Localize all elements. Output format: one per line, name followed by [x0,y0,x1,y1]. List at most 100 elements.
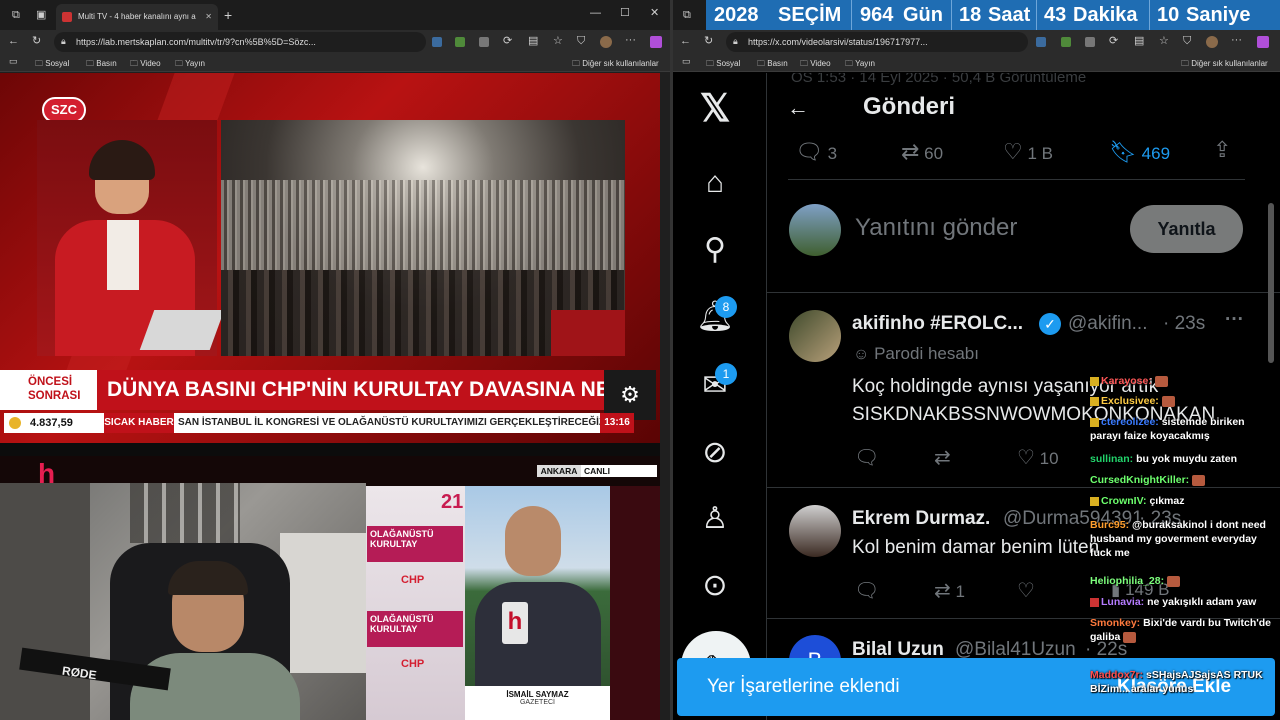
chat-username: CursedKnightKiller: [1090,474,1190,486]
reading-icon[interactable]: ▭ [9,57,18,66]
chat-message: Lunavia: ne yakışıklı adam yaw [1090,595,1275,609]
tweet-avatar[interactable] [789,310,841,362]
extension-icon[interactable] [432,37,442,47]
repost-count: 1 [955,582,965,601]
left-tab-bar: ⧉ ▣ Multi TV - 4 haber kanalını aynı a ✕… [0,0,670,30]
address-bar[interactable]: 🔒︎ https://x.com/videolarsivi/status/196… [726,32,1028,52]
red-carpet [551,310,625,356]
bookmark-stat[interactable]: 🔖︎ 469 [1109,139,1170,165]
bookmark-folder-video[interactable]: 🗀︎ Video [800,58,831,72]
heart-icon[interactable]: ♡ [1017,578,1035,603]
extension-icon[interactable]: ▤ [1134,36,1144,47]
maximize-icon[interactable]: ☐ [620,8,630,19]
bookmark-folder-yayin[interactable]: 🗀︎ Yayın [175,58,205,72]
presenter-shirt [107,220,139,290]
workspaces-icon[interactable]: ⧉ [12,10,20,21]
x-logo-icon[interactable]: 𝕏 [693,87,737,131]
repost-icon[interactable]: ⇄ [934,445,951,470]
more-icon[interactable]: ··· [1231,35,1242,46]
countdown-days: 964 [860,4,894,26]
other-bookmarks[interactable]: 🗀︎ Diğer sık kullanılanlar [1181,58,1268,72]
minimize-icon[interactable]: — [590,8,601,19]
close-window-icon[interactable]: ✕ [650,8,659,19]
chat-username: Heliophilia_28: [1090,575,1165,587]
search-icon[interactable]: ⚲ [693,228,737,272]
tab-actions-icon[interactable]: ▣ [36,10,46,21]
bookmark-folder-yayin[interactable]: 🗀︎ Yayın [845,58,875,72]
new-tab-icon[interactable]: + [224,8,232,22]
reading-icon[interactable]: ▭ [682,57,691,66]
tweet-handle[interactable]: @akifin... [1068,313,1147,335]
extension-icon[interactable]: ⟳ [503,36,512,47]
home-icon[interactable]: ⌂ [693,161,737,205]
chp-logo-text: CHP [401,658,425,670]
reply-button[interactable]: Yanıtla [1130,205,1243,253]
more-icon[interactable]: ··· [625,35,636,46]
favorites-icon[interactable]: ☆ [1159,36,1169,47]
reply-icon[interactable]: 🗨︎ [854,578,879,603]
extension-icon[interactable] [1036,37,1046,47]
reporter-video: h İSMAİL SAYMAZ GAZETECİ [465,486,610,720]
repost-action[interactable]: ⇄ 1 [934,578,965,603]
shield-icon[interactable]: ⛉ [1183,36,1191,47]
copilot-icon[interactable] [650,36,662,48]
tweet-more-icon[interactable]: ··· [1225,309,1244,331]
my-avatar[interactable] [789,204,841,256]
favorites-icon[interactable]: ☆ [553,36,563,47]
webcam-shelf [130,483,240,543]
back-icon[interactable]: ← [8,36,19,47]
reply-input[interactable]: Yanıtını gönder [855,214,1017,242]
more-options-icon[interactable]: ⊙ [693,564,737,608]
address-bar[interactable]: 🔒︎ https://lab.mertskaplan.com/multitv/t… [54,32,426,52]
share-icon[interactable]: ⇪ [1213,137,1231,163]
extension-icon[interactable] [1061,37,1071,47]
refresh-icon[interactable]: ↻ [32,36,41,47]
scrollbar[interactable] [1268,203,1274,363]
mask-icon: ☺ [853,346,870,363]
repost-stat[interactable]: ⇄ 60 [901,139,943,165]
avatar[interactable] [1206,36,1218,48]
gold-coin-icon [9,417,21,429]
close-tab-icon[interactable]: ✕ [205,4,212,30]
chat-username: Lunavia: [1101,596,1145,608]
reply-icon[interactable]: 🗨︎ [854,445,879,470]
back-icon[interactable]: ← [680,36,691,47]
extension-icon[interactable] [1085,37,1095,47]
profile-icon[interactable]: ♙ [693,497,737,541]
tab-multitv[interactable]: Multi TV - 4 haber kanalını aynı a ✕ [56,4,218,30]
bookmark-folder-basin[interactable]: 🗀︎ Basın [86,58,117,72]
heart-icon: ♡ [1003,139,1023,164]
bookmark-label: Yayın [185,59,205,68]
countdown-hours: 18 [959,4,982,26]
countdown-seconds-label: Saniye [1186,4,1251,26]
tv-panel-szc[interactable]: SZC ÖNCESİ SONRASI DÜNYA BASINI CHP'NİN … [0,73,660,443]
bookmark-folder-sosyal[interactable]: 🗀︎ Sosyal [706,58,740,72]
tweet-time[interactable]: · 23s [1163,313,1205,335]
avatar[interactable] [600,36,612,48]
tweet-author-name[interactable]: Ekrem Durmaz. [852,508,990,530]
extension-icon[interactable] [479,37,489,47]
bookmark-folder-video[interactable]: 🗀︎ Video [130,58,161,72]
workspaces-icon[interactable]: ⧉ [683,10,691,21]
chat-username: Burc95: [1090,519,1130,531]
bookmark-folder-basin[interactable]: 🗀︎ Basın [757,58,788,72]
other-bookmarks[interactable]: 🗀︎ Diğer sık kullanılanlar [572,58,659,72]
back-arrow-icon[interactable]: ← [787,95,809,121]
tweet-avatar[interactable] [789,505,841,557]
extension-icon[interactable]: ⟳ [1109,36,1118,47]
like-stat[interactable]: ♡ 1 B [1003,139,1053,165]
like-action[interactable]: ♡ 10 [1017,445,1059,470]
emote-icon [1154,375,1168,387]
tweet-author-name[interactable]: akifinho #EROLC... [852,313,1023,335]
bookmark-folder-sosyal[interactable]: 🗀︎ Sosyal [35,58,69,72]
extension-icon[interactable] [455,37,465,47]
refresh-icon[interactable]: ↻ [704,36,713,47]
reply-stat[interactable]: 🗨︎ 3 [795,139,837,165]
grok-icon[interactable]: ⊘ [693,431,737,475]
x-sidebar: 𝕏 ⌂ ⚲ 🔔︎ 8 ✉ 1 ⊘ ♙ ⊙ ✎ [673,73,759,720]
extension-icon[interactable]: ▤ [528,36,538,47]
copilot-icon[interactable] [1257,36,1269,48]
webcam-overlay: RØDE [0,483,366,720]
presenter-video [37,120,225,356]
shield-icon[interactable]: ⛉ [577,36,585,47]
